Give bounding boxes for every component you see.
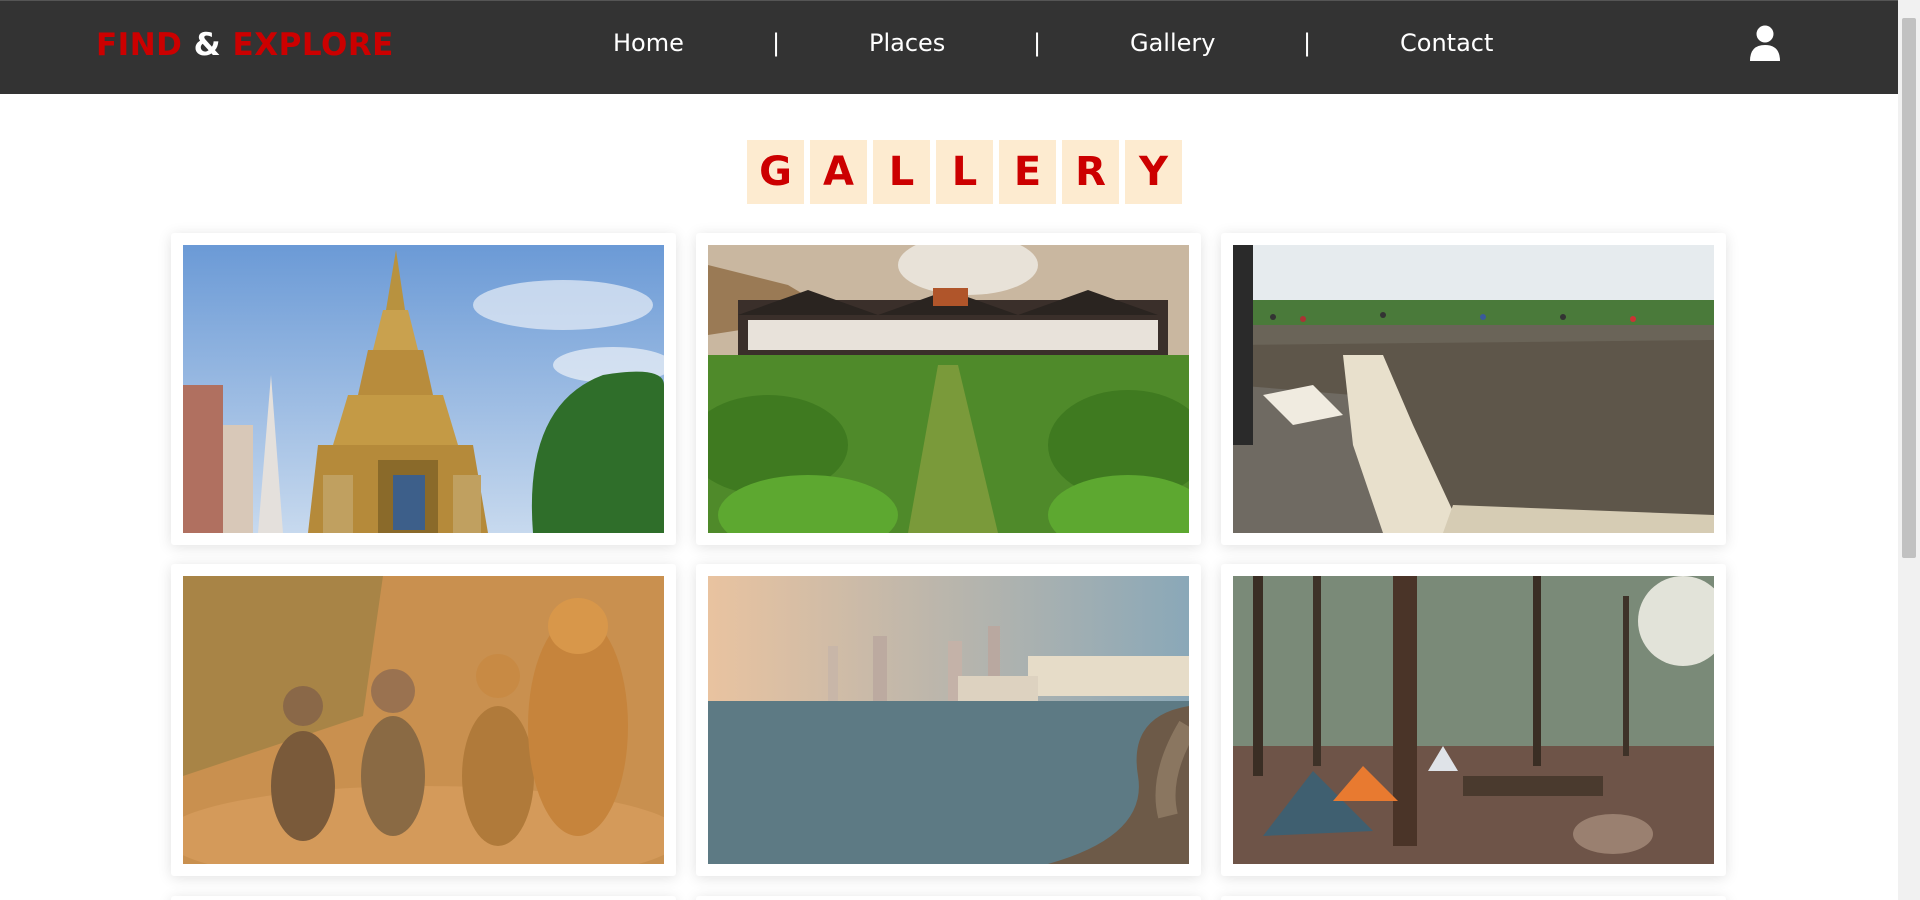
vertical-scrollbar[interactable] — [1898, 0, 1920, 900]
gallery-card-tigers[interactable] — [171, 564, 676, 876]
camping-photo — [1233, 576, 1714, 864]
title-letter: A — [810, 140, 867, 204]
gallery-card-row3[interactable] — [1221, 896, 1726, 900]
gallery-card-camping[interactable] — [1221, 564, 1726, 876]
logo-find: FIND — [96, 27, 183, 63]
gallery-card-row3[interactable] — [696, 896, 1201, 900]
nav-places[interactable]: Places — [869, 29, 945, 57]
logo-ampersand: & — [182, 27, 233, 63]
nav-separator: | — [1033, 29, 1042, 57]
navbar: FIND & EXPLORE Home | Places | Gallery |… — [0, 0, 1898, 94]
nav-home[interactable]: Home — [613, 29, 684, 57]
nav-separator: | — [1303, 29, 1312, 57]
tigers-photo — [183, 576, 664, 864]
title-letter: L — [873, 140, 930, 204]
waterfall-photo — [1233, 245, 1714, 533]
title-letter: L — [936, 140, 993, 204]
site-logo[interactable]: FIND & EXPLORE — [96, 27, 394, 63]
gallery-title: G A L L E R Y — [747, 140, 1182, 204]
vineyard-photo — [708, 245, 1189, 533]
nav-separator: | — [772, 29, 781, 57]
seaside-photo — [708, 576, 1189, 864]
nav-gallery[interactable]: Gallery — [1130, 29, 1215, 57]
scrollbar-thumb[interactable] — [1902, 18, 1916, 558]
nav-contact[interactable]: Contact — [1400, 29, 1493, 57]
title-letter: G — [747, 140, 804, 204]
gallery-card-row3[interactable] — [171, 896, 676, 900]
title-letter: E — [999, 140, 1056, 204]
user-icon[interactable] — [1748, 25, 1782, 61]
logo-explore: EXPLORE — [232, 27, 394, 63]
gallery-card-seaside[interactable] — [696, 564, 1201, 876]
gallery-card-waterfall[interactable] — [1221, 233, 1726, 545]
gallery-card-temple[interactable] — [171, 233, 676, 545]
temple-photo — [183, 245, 664, 533]
title-letter: R — [1062, 140, 1119, 204]
gallery-card-vineyard[interactable] — [696, 233, 1201, 545]
title-letter: Y — [1125, 140, 1182, 204]
